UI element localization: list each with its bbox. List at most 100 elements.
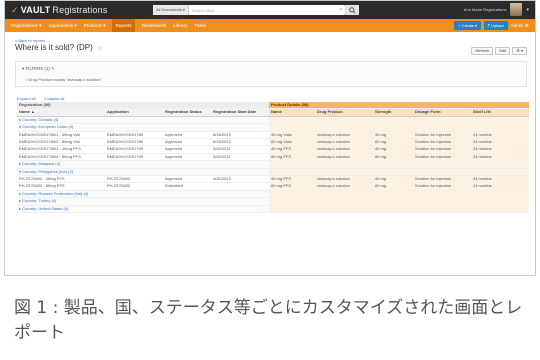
country-group-row[interactable]: ▾ Country: European Union (4) [17, 123, 530, 132]
country-group-toggle[interactable]: ▸ Country: Canada (4) [17, 116, 269, 125]
table-row: EMEA/H/C/0001789/1 - 40mg Vial EMEA/H/C/0… [17, 131, 530, 140]
country-group-toggle[interactable]: ▾ Country: European Union (4) [17, 123, 269, 132]
country-group-toggle[interactable]: ▸ Country: Russian Federation (the) (4) [17, 190, 269, 199]
country-group-filler [269, 123, 530, 132]
refresh-button[interactable]: Refresh [471, 47, 494, 55]
group-header-registration: Registration (58) [17, 102, 269, 110]
upload-button[interactable]: ⤒ Upload [484, 21, 508, 30]
filter-rule: • Drug Product equals "zivtocap-x soluti… [26, 77, 102, 82]
country-group-row[interactable]: ▸ Country: Malaysia (4) [17, 160, 530, 169]
table-cell: 80 mg [373, 182, 413, 191]
column-header[interactable]: Shelf Life [471, 108, 530, 117]
country-group-filler [269, 197, 530, 206]
country-group-row[interactable]: ▸ Country: United States (4) [17, 205, 530, 214]
edit-button[interactable]: Edit [495, 47, 511, 55]
country-group-toggle[interactable]: ▾ Country: Philippines (the) (2) [17, 168, 269, 177]
nav-dashboards[interactable]: Dashboards [142, 23, 167, 28]
country-group-row[interactable]: ▸ Country: Russian Federation (the) (4) [17, 190, 530, 199]
table-cell: 8/15/2013 [211, 138, 269, 147]
user-menu[interactable]: Ann Marie Registrations ▾ [464, 3, 529, 16]
column-header[interactable]: Registration Start Date [211, 108, 269, 117]
country-group-filler [269, 205, 530, 214]
column-header[interactable]: Application [105, 108, 163, 117]
country-group-row[interactable]: ▸ Country: Turkey (4) [17, 197, 530, 206]
nav-library[interactable]: Library [173, 23, 187, 28]
table-row: PH-ST23402 - 80mg PFS PH-ST23402 Submitted… [17, 182, 530, 191]
table-cell[interactable]: EMEA/H/C/0001789/2 - 80mg Vial [17, 138, 105, 147]
table-cell: 3/20/2011 [211, 153, 269, 162]
nav-actions: + Create ▾ ⤒ Upload Admin ⚙ [454, 21, 529, 30]
table-cell: 8/15/2013 [211, 131, 269, 140]
search-button[interactable] [345, 5, 359, 15]
table-cell: Solution for Injection [413, 175, 471, 184]
table-cell: 24 months [471, 153, 530, 162]
country-group-toggle[interactable]: ▸ Country: Turkey (4) [17, 197, 269, 206]
table-cell: 80 mg Vials [269, 138, 315, 147]
table-cell: Approved [163, 138, 211, 147]
table-cell: Solution for Injection [413, 145, 471, 154]
table-cell[interactable]: EMEA/H/C/0001789/1 - 40mg Vial [17, 131, 105, 140]
table-cell: 24 months [471, 138, 530, 147]
expand-controls: Expand all Collapse all [17, 96, 64, 101]
expand-all-link[interactable]: Expand all [17, 96, 36, 101]
table-cell: EMEA/H/C/0001789 [105, 138, 163, 147]
create-button[interactable]: + Create ▾ [454, 21, 482, 30]
filters-header[interactable]: ▾ FILTERS (1) ✎ [22, 66, 55, 72]
table-cell: 24 months [471, 131, 530, 140]
table-cell: Approved [163, 153, 211, 162]
table-cell[interactable]: PH-ST23402 - 40mg PFS [17, 175, 105, 184]
table-cell: 40 mg [373, 175, 413, 184]
table-cell: 4/30/2013 [211, 175, 269, 184]
global-search[interactable]: All Documents ▾ Search Vault × [153, 5, 345, 15]
table-cell[interactable]: EMEA/H/C/0001789/3 - 40mg PFS [17, 145, 105, 154]
nav-reports[interactable]: Reports [112, 19, 135, 32]
report-settings-menu[interactable]: ⚙ ▾ [512, 47, 527, 55]
search-input[interactable]: Search Vault [189, 8, 339, 13]
chevron-down-icon[interactable]: ▾ [22, 66, 24, 71]
app-title: Registrations [52, 5, 108, 15]
table-cell: zivtocap-x solution [315, 138, 373, 147]
avatar[interactable] [510, 3, 523, 16]
chevron-down-icon[interactable]: ▾ [526, 7, 529, 13]
table-cell: Submitted [163, 182, 211, 191]
column-header[interactable]: Dosage Form [413, 108, 471, 117]
report-table: Registration (58) Product Details (58) N… [17, 102, 530, 214]
vault-logo[interactable]: ✓ VAULT Registrations [11, 5, 108, 16]
table-cell[interactable]: EMEA/H/C/0001789/4 - 80mg PFS [17, 153, 105, 162]
search-scope-dropdown[interactable]: All Documents ▾ [153, 5, 189, 15]
column-header[interactable]: Strength [373, 108, 413, 117]
table-cell: 40 mg PFS [269, 145, 315, 154]
table-cell: 80 mg [373, 138, 413, 147]
nav-tasks[interactable]: Tasks [194, 23, 206, 28]
collapse-all-link[interactable]: Collapse all [44, 96, 65, 101]
country-group-filler [269, 168, 530, 177]
column-header[interactable]: Name [269, 108, 315, 117]
country-group-toggle[interactable]: ▸ Country: Malaysia (4) [17, 160, 269, 169]
table-cell: zivtocap-x solution [315, 145, 373, 154]
page-title: Where is it sold? (DP) [15, 43, 93, 52]
column-header[interactable]: Name ▲ [17, 108, 105, 117]
table-cell: 40 mg [373, 145, 413, 154]
nav-applications[interactable]: Applications ▾ [48, 23, 76, 29]
table-cell[interactable]: PH-ST23402 - 80mg PFS [17, 182, 105, 191]
table-cell: zivtocap-x solution [315, 182, 373, 191]
country-group-row[interactable]: ▾ Country: Philippines (the) (2) [17, 168, 530, 177]
column-header[interactable]: Drug Product [315, 108, 373, 117]
nav-products[interactable]: Products ▾ [84, 23, 106, 29]
report-title-row: Where is it sold? (DP) ☆ [15, 43, 102, 52]
table-cell: Approved [163, 145, 211, 154]
favorite-star-icon[interactable]: ☆ [97, 46, 102, 52]
top-bar: ✓ VAULT Registrations All Documents ▾ Se… [5, 1, 535, 19]
table-cell: EMEA/H/C/0001789 [105, 145, 163, 154]
column-header[interactable]: Registration Status [163, 108, 211, 117]
edit-filters-icon[interactable]: ✎ [51, 66, 55, 71]
table-cell [211, 182, 269, 191]
nav-registrations[interactable]: Registrations ▾ [11, 23, 41, 29]
table-cell: EMEA/H/C/0001789 [105, 153, 163, 162]
table-cell: PH-ST23402 [105, 175, 163, 184]
admin-settings-link[interactable]: Admin ⚙ [511, 21, 529, 30]
table-cell: zivtocap-x solution [315, 131, 373, 140]
table-cell: Solution for Injection [413, 153, 471, 162]
country-group-row[interactable]: ▸ Country: Canada (4) [17, 116, 530, 125]
country-group-toggle[interactable]: ▸ Country: United States (4) [17, 205, 269, 214]
